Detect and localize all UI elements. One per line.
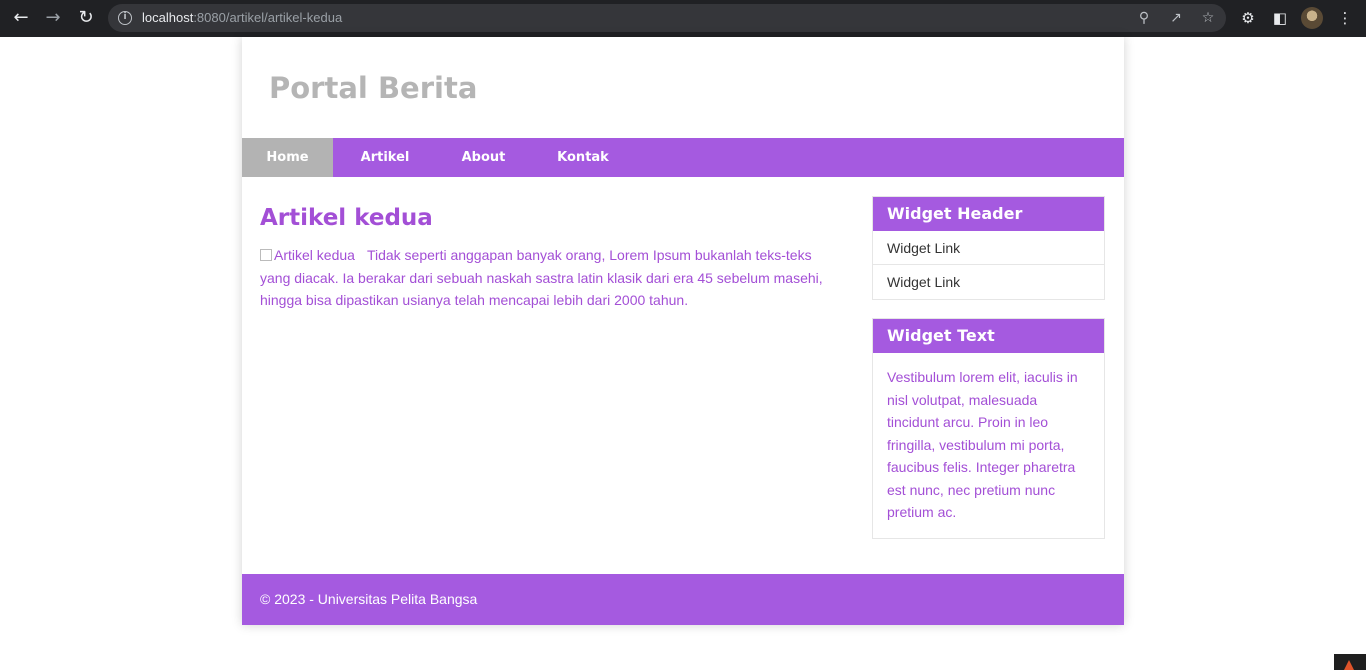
site-header: Portal Berita (242, 37, 1124, 138)
article-section: Artikel kedua Artikel kedua Tidak seperti… (260, 205, 830, 308)
widget-link[interactable]: Widget Link (873, 265, 1104, 299)
widget-text-header: Widget Text (873, 319, 1104, 353)
share-icon[interactable]: ↗ (1166, 8, 1186, 28)
nav-artikel[interactable]: Artikel (333, 138, 437, 177)
taskbar-app-icon[interactable] (1334, 654, 1366, 670)
forward-icon[interactable]: → (41, 6, 65, 30)
widget-text-body: Vestibulum lorem elit, iaculis in nisl v… (887, 369, 1078, 520)
url-host: localhost (142, 10, 194, 25)
widget-text: Widget Text Vestibulum lorem elit, iacul… (872, 318, 1105, 539)
nav-home[interactable]: Home (242, 138, 333, 177)
widget-link[interactable]: Widget Link (873, 231, 1104, 265)
address-bar[interactable]: i localhost:8080/artikel/artikel-kedua ⚲… (108, 4, 1226, 32)
browser-toolbar: ← → ↻ i localhost:8080/artikel/artikel-k… (0, 0, 1366, 37)
article-image: Artikel kedua (260, 244, 355, 267)
extensions-icon[interactable]: ⚙ (1237, 7, 1259, 29)
app-flame-icon (1344, 660, 1354, 670)
side-panel-icon[interactable]: ◧ (1269, 7, 1291, 29)
article-title: Artikel kedua (260, 205, 433, 231)
site-title: Portal Berita (269, 71, 478, 105)
widget-links-header: Widget Header (873, 197, 1104, 231)
profile-avatar[interactable] (1301, 7, 1323, 29)
site-footer: © 2023 - Universitas Pelita Bangsa (242, 574, 1124, 625)
url-path: :8080/artikel/artikel-kedua (193, 10, 343, 25)
widget-links: Widget Header Widget Link Widget Link (872, 196, 1105, 300)
article-image-alt: Artikel kedua (274, 247, 355, 263)
bookmark-star-icon[interactable]: ☆ (1198, 8, 1218, 28)
nav-about[interactable]: About (437, 138, 530, 177)
back-icon[interactable]: ← (9, 6, 33, 30)
main-navigation: Home Artikel About Kontak (242, 138, 1124, 177)
article-body: Artikel kedua Tidak seperti anggapan bany… (260, 244, 830, 312)
nav-kontak[interactable]: Kontak (530, 138, 636, 177)
zoom-icon[interactable]: ⚲ (1134, 8, 1154, 28)
menu-kebab-icon[interactable]: ⋮ (1334, 7, 1356, 29)
url-text[interactable]: localhost:8080/artikel/artikel-kedua (142, 10, 342, 25)
page-container: Portal Berita Home Artikel About Kontak … (242, 37, 1124, 625)
footer-text: © 2023 - Universitas Pelita Bangsa (260, 591, 478, 607)
reload-icon[interactable]: ↻ (74, 6, 98, 30)
site-info-icon[interactable]: i (118, 11, 132, 25)
broken-image-icon (260, 249, 272, 261)
